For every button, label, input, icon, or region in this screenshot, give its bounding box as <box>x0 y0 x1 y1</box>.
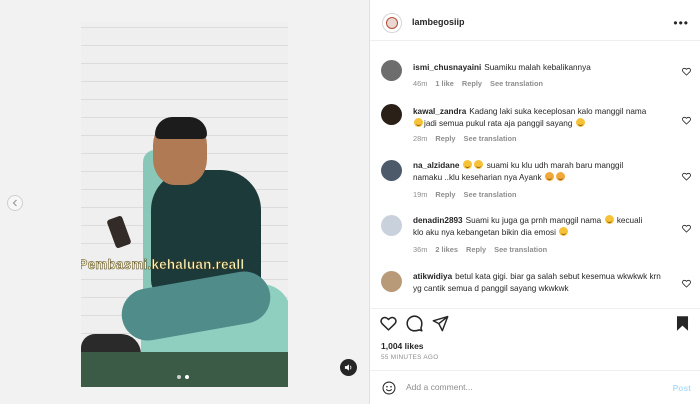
comment-text: ismi_chusnayaini Suamiku malah kebalikann… <box>413 62 661 74</box>
comment-body-cont: jadi semua pukul rata aja panggil sayang <box>424 118 573 128</box>
comment-meta: 36m 2 likes Reply See translation <box>413 245 555 254</box>
person-hair <box>155 117 207 139</box>
carousel-dot <box>177 375 181 379</box>
account-username[interactable]: lambegosiip <box>412 17 465 27</box>
sound-button[interactable] <box>340 359 357 376</box>
see-translation-button[interactable]: See translation <box>490 79 543 88</box>
avatar-logo <box>386 17 398 29</box>
heart-icon[interactable] <box>682 67 691 76</box>
reply-button[interactable]: Reply <box>435 190 455 199</box>
post-comment-button[interactable]: Post <box>673 383 691 393</box>
smile-emoji <box>414 117 423 127</box>
comment-username[interactable]: denadin2893 <box>413 216 463 225</box>
heart-eyes-emoji <box>555 171 565 181</box>
see-translation-button[interactable]: See translation <box>494 245 547 254</box>
comment-time: 36m <box>413 245 428 254</box>
carousel-dot-active <box>185 375 189 379</box>
comment-avatar[interactable] <box>381 104 402 125</box>
smile-emoji <box>474 160 484 169</box>
heart-icon[interactable] <box>682 279 691 288</box>
more-options-icon[interactable]: ••• <box>673 16 689 30</box>
comment-icon[interactable] <box>406 315 423 332</box>
add-comment-input[interactable] <box>406 382 646 392</box>
comment-body-cont2: klo aku nya kebangetan bikin dia emosi <box>413 227 556 237</box>
like-count[interactable]: 1,004 likes <box>381 341 424 351</box>
post-details-pane: lambegosiip ••• ismi_chusnayaini Suamiku … <box>369 0 700 404</box>
comment-meta: 28m Reply See translation <box>413 134 525 143</box>
comment-avatar[interactable] <box>381 160 402 181</box>
comment-likes[interactable]: 1 like <box>435 79 454 88</box>
comment-avatar[interactable] <box>381 60 402 81</box>
prev-button[interactable] <box>7 195 23 211</box>
comment-avatar[interactable] <box>381 271 402 292</box>
see-translation-button[interactable]: See translation <box>464 190 517 199</box>
post-header: lambegosiip ••• <box>370 4 700 41</box>
comment-body-cont: namaku ..klu keseharian nya Ayank <box>413 172 542 182</box>
comment-time: 46m <box>413 79 428 88</box>
comment-body: suami ku klu udh marah baru manggil <box>486 161 624 170</box>
heart-eyes-emoji <box>544 171 554 181</box>
comment-body: Kadang laki suka keceplosan kalo manggil… <box>469 107 647 116</box>
comment-avatar[interactable] <box>381 215 402 236</box>
comment-body: Suamiku malah kebalikannya <box>484 63 591 72</box>
heart-icon[interactable] <box>380 315 397 332</box>
reply-button[interactable]: Reply <box>462 79 482 88</box>
heart-icon[interactable] <box>682 116 691 125</box>
smile-emoji <box>575 117 585 127</box>
paper-plane-icon[interactable] <box>432 315 449 332</box>
floor <box>81 352 288 387</box>
speaker-icon <box>344 364 352 371</box>
media-pane: @Pembasmi.kehaluan.reall <box>0 0 369 404</box>
comment-body: Suami ku juga ga prnh manggil nama <box>465 216 602 225</box>
comment-time: 19m <box>413 190 428 199</box>
smile-emoji <box>604 215 614 224</box>
comment-time: 28m <box>413 134 428 143</box>
comment-body-cont: kecuali <box>616 216 643 225</box>
comment-meta: 19m Reply See translation <box>413 190 525 199</box>
smiley-icon[interactable] <box>382 381 396 395</box>
comment-likes[interactable]: 2 likes <box>435 245 458 254</box>
carousel-dots <box>177 375 189 379</box>
add-comment-bar: Post <box>370 370 700 405</box>
chevron-left-icon <box>12 199 17 207</box>
post-video[interactable]: @Pembasmi.kehaluan.reall <box>81 22 288 387</box>
comment-text: atikwidiya betul kata gigi. biar ga salah… <box>413 271 661 294</box>
comment-text: kawal_zandra Kadang laki suka keceplosan … <box>413 106 661 129</box>
comment-username[interactable]: atikwidiya <box>413 272 452 281</box>
comment-text: na_alzidane suami ku klu udh marah baru … <box>413 160 661 183</box>
video-watermark: @Pembasmi.kehaluan.reall <box>81 257 245 273</box>
reply-button[interactable]: Reply <box>466 245 486 254</box>
post-time: 55 MINUTES AGO <box>381 354 439 361</box>
bookmark-icon[interactable] <box>674 315 691 332</box>
comment-username[interactable]: ismi_chusnayaini <box>413 63 481 72</box>
post-actions <box>370 308 700 337</box>
smile-emoji <box>559 226 569 236</box>
comment-username[interactable]: kawal_zandra <box>413 107 466 116</box>
heart-icon[interactable] <box>682 224 691 233</box>
comment-meta: 46m 1 like Reply See translation <box>413 79 551 88</box>
see-translation-button[interactable]: See translation <box>464 134 517 143</box>
heart-icon[interactable] <box>682 172 691 181</box>
comment-text: denadin2893 Suami ku juga ga prnh manggil… <box>413 215 661 238</box>
account-avatar[interactable] <box>382 13 402 33</box>
reply-button[interactable]: Reply <box>435 134 455 143</box>
comment-username[interactable]: na_alzidane <box>413 161 459 170</box>
smile-emoji <box>463 160 473 169</box>
